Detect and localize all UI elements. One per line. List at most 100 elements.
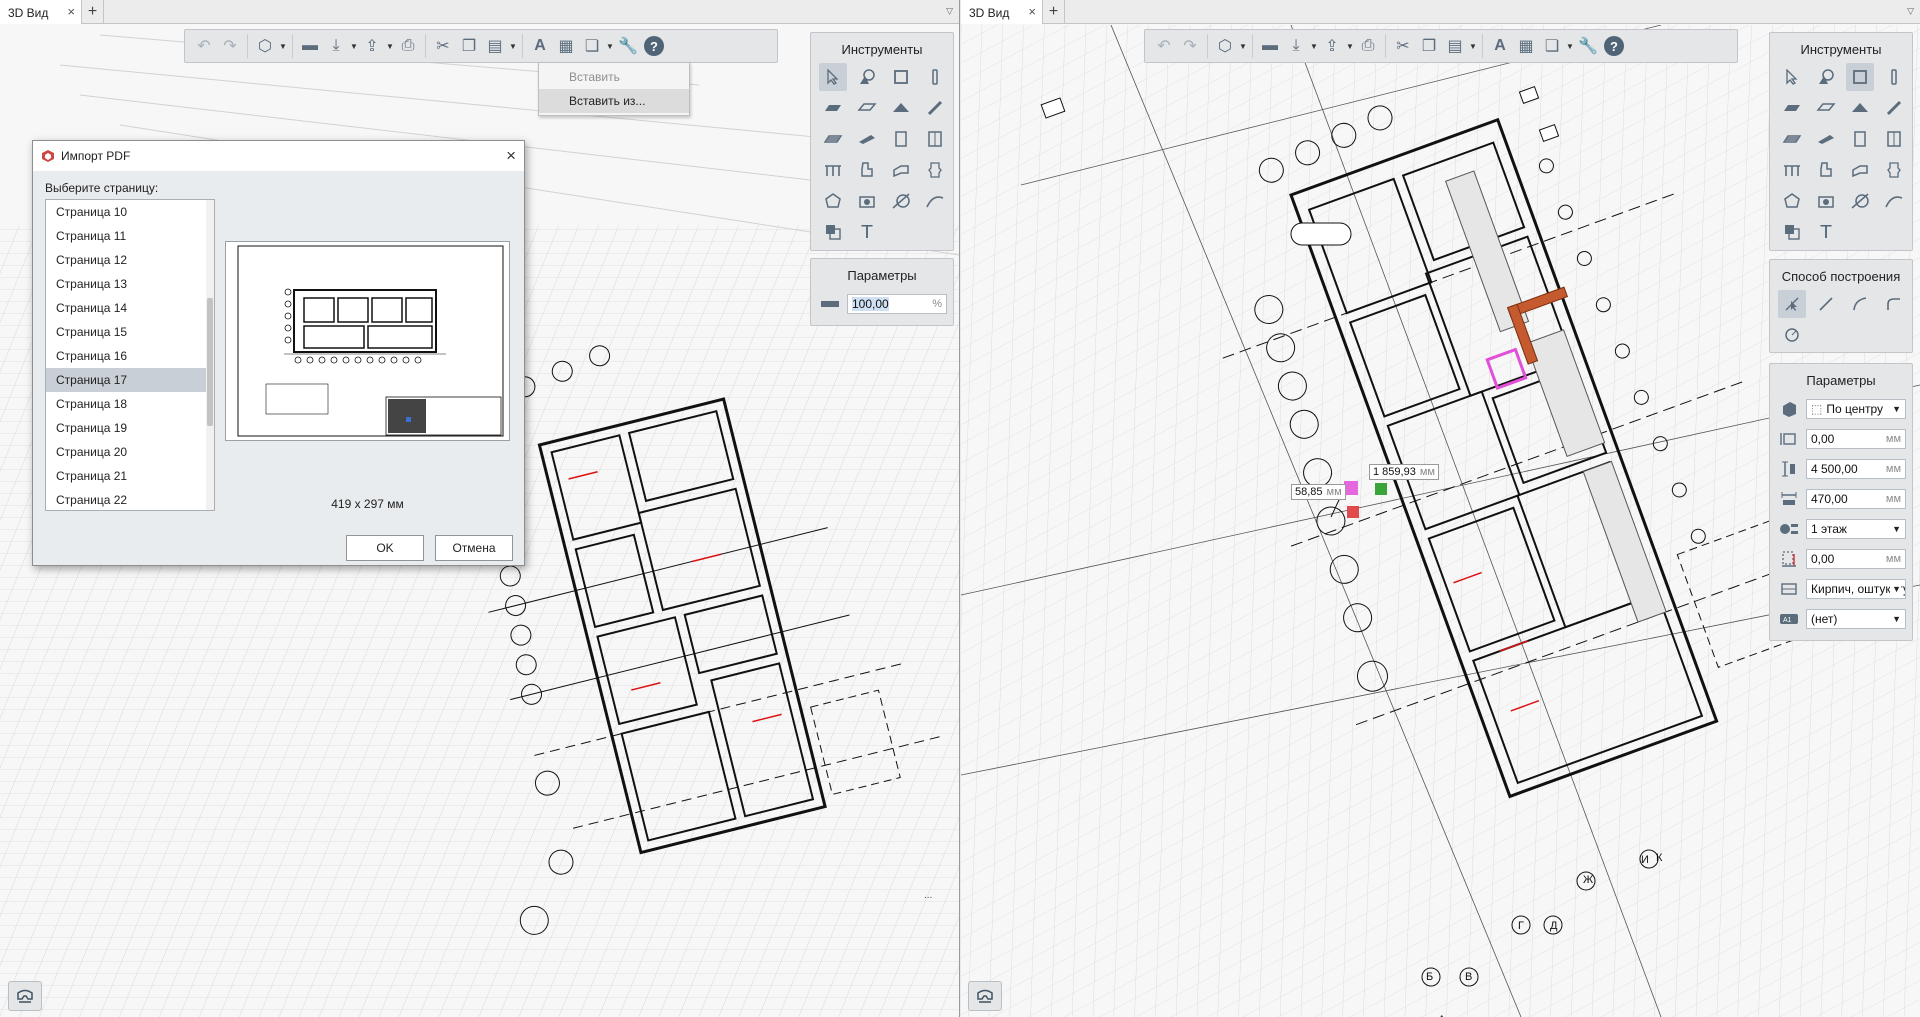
export-icon[interactable]: ⇪ [359, 33, 385, 59]
text-style-icon[interactable]: A [527, 33, 553, 59]
view-layers-icon[interactable]: ❏ [579, 33, 605, 59]
copy-icon[interactable]: ❐ [456, 33, 482, 59]
chevron-down-icon[interactable]: ▼ [385, 42, 395, 51]
menu-item-paste-from[interactable]: Вставить из... [539, 89, 689, 113]
settings-wrench-icon[interactable]: 🔧 [1575, 33, 1601, 59]
print-icon[interactable]: ⎙ [1355, 33, 1381, 59]
list-item[interactable]: Страница 13 [46, 272, 214, 296]
list-item[interactable]: Страница 22 [46, 488, 214, 510]
add-tab-button[interactable]: + [1043, 0, 1065, 24]
export-icon[interactable]: ⇪ [1319, 33, 1345, 59]
select-arrow-icon[interactable] [1778, 63, 1806, 91]
chevron-down-icon[interactable]: ▼ [278, 42, 288, 51]
tab-menu-icon[interactable]: ▽ [946, 6, 953, 17]
tab-3d-view-right[interactable]: 3D Вид × [961, 0, 1043, 24]
chevron-down-icon[interactable]: ▼ [1345, 42, 1355, 51]
furniture-icon[interactable] [1812, 156, 1840, 184]
vr-headset-icon[interactable] [968, 981, 1002, 1011]
text-style-icon[interactable]: A [1487, 33, 1513, 59]
door-icon[interactable] [1846, 125, 1874, 153]
list-item[interactable]: Страница 10 [46, 200, 214, 224]
door-icon[interactable] [887, 125, 915, 153]
layers-icon[interactable]: ▦ [553, 33, 579, 59]
plumbing-icon[interactable] [921, 156, 949, 184]
arc-icon[interactable] [1846, 290, 1874, 318]
mark-select[interactable]: (нет) ▼ [1806, 609, 1906, 629]
chevron-down-icon[interactable]: ▼ [1468, 42, 1478, 51]
floor-icon[interactable] [853, 94, 881, 122]
cancel-button[interactable]: Отмена [435, 535, 513, 561]
material-select[interactable]: Кирпич, оштукатуренный▼ [1806, 579, 1906, 599]
tab-menu-icon[interactable]: ▽ [1907, 6, 1914, 17]
shapes-icon[interactable] [853, 63, 881, 91]
import-icon[interactable]: ⤓ [323, 33, 349, 59]
paste-icon[interactable]: ▤ [482, 33, 508, 59]
open-folder-icon[interactable]: ▬ [1257, 33, 1283, 59]
select-arrow-icon[interactable] [819, 63, 847, 91]
import-icon[interactable]: ⤓ [1283, 33, 1309, 59]
slab-icon[interactable] [1778, 94, 1806, 122]
list-item[interactable]: Страница 19 [46, 416, 214, 440]
tab-close-icon[interactable]: × [67, 4, 75, 19]
section-icon[interactable] [1846, 187, 1874, 215]
tab-close-icon[interactable]: × [1028, 4, 1036, 19]
offset-input[interactable]: 0,00 мм [1806, 429, 1906, 449]
text-tool-icon[interactable]: T [1812, 218, 1840, 246]
chevron-down-icon[interactable]: ▼ [1565, 42, 1575, 51]
cut-icon[interactable]: ✂ [430, 33, 456, 59]
close-icon[interactable]: × [506, 146, 516, 166]
shapes-icon[interactable] [1812, 63, 1840, 91]
camera-icon[interactable] [1812, 187, 1840, 215]
tab-3d-view-left[interactable]: 3D Вид × [0, 0, 82, 24]
thickness-input[interactable]: 470,00 мм [1806, 489, 1906, 509]
circle-icon[interactable] [1778, 321, 1806, 349]
undo-icon[interactable]: ↶ [1151, 33, 1177, 59]
copy-icon[interactable]: ❐ [1416, 33, 1442, 59]
page-list[interactable]: Страница 10 Страница 11 Страница 12 Стра… [45, 199, 215, 511]
layers-icon[interactable]: ▦ [1513, 33, 1539, 59]
print-icon[interactable]: ⎙ [395, 33, 421, 59]
scrollbar[interactable] [206, 200, 214, 510]
floor-select[interactable]: 1 этаж ▼ [1806, 519, 1906, 539]
list-item[interactable]: Страница 11 [46, 224, 214, 248]
stair-icon[interactable] [819, 125, 847, 153]
railing-icon[interactable] [1778, 156, 1806, 184]
beam-icon[interactable] [921, 94, 949, 122]
height-input[interactable]: 4 500,00 мм [1806, 459, 1906, 479]
settings-wrench-icon[interactable]: 🔧 [615, 33, 641, 59]
vr-headset-icon[interactable] [8, 981, 42, 1011]
redo-icon[interactable]: ↷ [217, 33, 243, 59]
menu-item-paste[interactable]: Вставить [539, 65, 689, 89]
help-icon[interactable]: ? [1604, 36, 1624, 56]
alignment-select[interactable]: ⬚ По центру ▼ [1806, 399, 1906, 419]
roof-icon[interactable] [887, 94, 915, 122]
line-icon[interactable] [1812, 290, 1840, 318]
open-folder-icon[interactable]: ▬ [297, 33, 323, 59]
view-cube-icon[interactable]: ⬡ [252, 33, 278, 59]
dialog-titlebar[interactable]: Импорт PDF × [33, 141, 524, 171]
line-pick-icon[interactable] [1778, 290, 1806, 318]
furniture-icon[interactable] [853, 156, 881, 184]
plumbing-icon[interactable] [1880, 156, 1908, 184]
list-item[interactable]: Страница 16 [46, 344, 214, 368]
equipment-icon[interactable] [1846, 156, 1874, 184]
ok-button[interactable]: OK [346, 535, 424, 561]
list-item[interactable]: Страница 21 [46, 464, 214, 488]
ramp-icon[interactable] [853, 125, 881, 153]
chevron-down-icon[interactable]: ▼ [1238, 42, 1248, 51]
dimension-length-label[interactable]: 1 859,93 мм [1369, 464, 1439, 480]
list-item[interactable]: Страница 15 [46, 320, 214, 344]
camera-icon[interactable] [853, 187, 881, 215]
undo-icon[interactable]: ↶ [191, 33, 217, 59]
chevron-down-icon[interactable]: ▼ [349, 42, 359, 51]
wall-tool-icon[interactable] [1846, 63, 1874, 91]
dimension-offset-label[interactable]: 58,85 мм [1291, 484, 1346, 500]
list-item[interactable]: Страница 12 [46, 248, 214, 272]
hatch-icon[interactable] [1778, 218, 1806, 246]
fillet-icon[interactable] [1880, 290, 1908, 318]
curve-icon[interactable] [1880, 187, 1908, 215]
chevron-down-icon[interactable]: ▼ [605, 42, 615, 51]
list-item-selected[interactable]: Страница 17 [46, 368, 214, 392]
list-item[interactable]: Страница 20 [46, 440, 214, 464]
base-offset-input[interactable]: 0,00 мм [1806, 549, 1906, 569]
